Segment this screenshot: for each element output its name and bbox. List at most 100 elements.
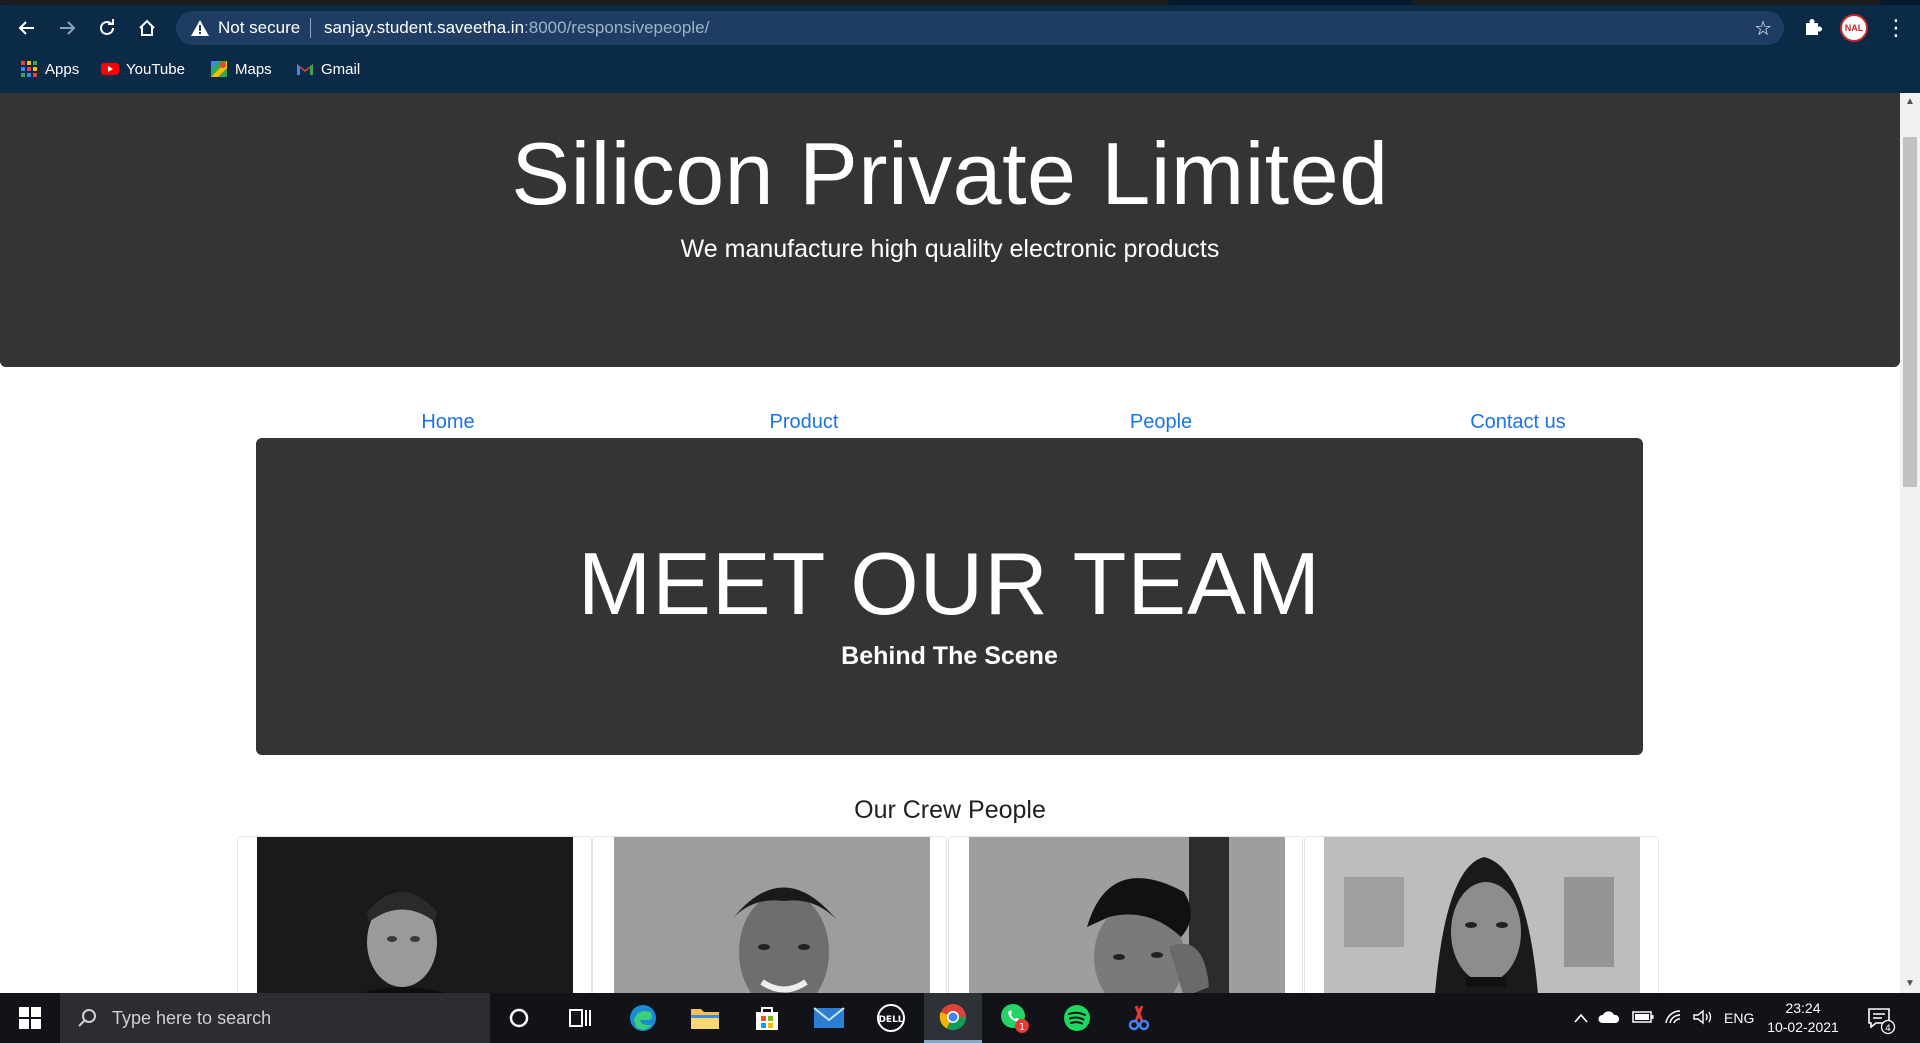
profile-avatar[interactable]: NAL (1840, 14, 1868, 42)
browser-tab[interactable] (0, 0, 1170, 5)
bookmark-maps[interactable]: Maps (210, 58, 272, 80)
browser-tab[interactable] (1412, 0, 1882, 5)
smiling-man-photo (614, 837, 930, 993)
url-path: :8000/responsivepeople/ (524, 18, 710, 37)
taskbar-store[interactable] (738, 993, 796, 1043)
nav-home-link[interactable]: Home (270, 411, 626, 434)
language-indicator[interactable]: ENG (1724, 1010, 1754, 1026)
notification-chat-icon: 4 (1868, 1008, 1896, 1035)
bookmark-youtube[interactable]: YouTube (101, 58, 185, 80)
taskbar-whatsapp[interactable]: 1 (986, 993, 1044, 1043)
crew-cards (237, 836, 1661, 993)
bookmarks-bar: Apps YouTube Maps Gmail (0, 54, 1920, 84)
url-text[interactable]: sanjay.student.saveetha.in:8000/responsi… (324, 18, 709, 38)
windows-logo-icon (19, 1007, 41, 1029)
man-hand-on-head-photo (969, 837, 1285, 993)
team-jumbotron: MEET OUR TEAM Behind The Scene (256, 438, 1643, 755)
onedrive-cloud-icon[interactable] (1598, 1010, 1620, 1027)
system-clock[interactable]: 23:24 10-02-2021 (1763, 999, 1843, 1037)
scroll-thumb[interactable] (1903, 137, 1917, 487)
taskbar-chrome[interactable] (924, 993, 982, 1043)
search-icon (78, 1009, 96, 1027)
warning-icon (191, 20, 209, 36)
security-label[interactable]: Not secure (218, 18, 300, 38)
reload-button[interactable] (91, 12, 123, 44)
mail-envelope-icon (813, 1007, 845, 1028)
main-nav: Home Product People Contact us (270, 411, 1696, 441)
taskbar-mail[interactable] (800, 993, 858, 1043)
browser-chrome: Not secure sanjay.student.saveetha.in:80… (0, 0, 1920, 93)
cortana-button[interactable] (490, 993, 548, 1043)
taskbar-snipping-tool[interactable] (1110, 993, 1168, 1043)
youtube-icon (101, 63, 119, 75)
divider (310, 18, 311, 38)
battery-icon[interactable] (1632, 1010, 1654, 1026)
crew-heading: Our Crew People (854, 796, 1046, 824)
extensions-puzzle-icon[interactable] (1798, 14, 1826, 42)
hero-subtitle: We manufacture high qualilty electronic … (680, 235, 1220, 263)
whatsapp-badge: 1 (1019, 1022, 1025, 1033)
team-subtitle: Behind The Scene (841, 642, 1058, 670)
windows-taskbar: Type here to search DELL 1 ENG 23:24 10-… (0, 993, 1920, 1043)
taskbar-file-explorer[interactable] (676, 993, 734, 1043)
bookmark-gmail[interactable]: Gmail (296, 58, 360, 80)
profile-initials: NAL (1844, 23, 1864, 33)
dell-logo-icon: DELL (877, 1004, 905, 1032)
action-center-button[interactable]: 4 (1866, 1005, 1896, 1035)
chrome-icon (939, 1003, 967, 1030)
home-button[interactable] (131, 12, 163, 44)
search-placeholder: Type here to search (112, 1007, 272, 1028)
svg-text:DELL: DELL (878, 1015, 903, 1025)
bookmark-apps[interactable]: Apps (20, 58, 79, 80)
taskbar-search[interactable]: Type here to search (60, 993, 490, 1043)
crew-card[interactable] (948, 836, 1303, 993)
url-host: sanjay.student.saveetha.in (324, 18, 525, 37)
forward-arrow-icon (60, 21, 76, 35)
spotify-icon (1064, 1005, 1090, 1031)
hero-title: Silicon Private Limited (511, 124, 1389, 223)
crew-card[interactable] (592, 836, 947, 993)
crew-card[interactable] (1304, 836, 1659, 993)
taskbar-edge[interactable] (614, 993, 672, 1043)
woman-portrait-photo (1324, 837, 1640, 993)
scroll-down-arrow-icon[interactable]: ▼ (1900, 975, 1920, 993)
scroll-up-arrow-icon[interactable]: ▲ (1900, 93, 1920, 111)
scissors-icon (1128, 1005, 1150, 1031)
reload-icon (100, 19, 114, 35)
whatsapp-icon: 1 (1001, 1004, 1029, 1033)
chevron-up-icon[interactable] (1570, 1010, 1592, 1026)
edge-icon (630, 1005, 656, 1031)
browser-toolbar: Not secure sanjay.student.saveetha.in:80… (0, 8, 1920, 48)
task-view-icon (569, 1009, 591, 1027)
address-bar[interactable]: Not secure sanjay.student.saveetha.in:80… (176, 11, 1784, 45)
team-title: MEET OUR TEAM (577, 534, 1322, 633)
hero-banner: Silicon Private Limited We manufacture h… (0, 93, 1900, 367)
notification-count: 4 (1885, 1024, 1891, 1034)
taskbar-dell[interactable]: DELL (862, 993, 920, 1043)
vertical-scrollbar[interactable]: ▲ ▼ (1900, 93, 1920, 993)
bookmark-label: Gmail (321, 60, 361, 78)
bookmark-label: Apps (45, 60, 80, 78)
back-arrow-icon (18, 21, 34, 35)
cortana-circle-icon (509, 1008, 529, 1028)
clock-time: 23:24 (1785, 1000, 1821, 1016)
nav-contact-link[interactable]: Contact us (1340, 411, 1696, 434)
taskbar-spotify[interactable] (1048, 993, 1106, 1043)
home-icon (139, 19, 155, 36)
speaker-volume-icon[interactable] (1692, 1009, 1714, 1028)
bookmark-label: YouTube (126, 60, 185, 78)
kebab-menu-icon[interactable]: ⋮ (1884, 12, 1908, 44)
man-suit-photo (257, 837, 573, 993)
crew-card[interactable] (237, 836, 592, 993)
forward-button[interactable] (51, 12, 83, 44)
wifi-icon[interactable] (1664, 1009, 1684, 1028)
bookmark-star-icon[interactable]: ☆ (1754, 16, 1772, 41)
start-button[interactable] (0, 993, 60, 1043)
back-button[interactable] (11, 12, 43, 44)
apps-grid-icon (21, 61, 37, 77)
bookmark-label: Maps (235, 60, 272, 78)
nav-product-link[interactable]: Product (626, 411, 982, 434)
task-view-button[interactable] (551, 993, 609, 1043)
nav-people-link[interactable]: People (983, 411, 1339, 434)
clock-date: 10-02-2021 (1767, 1019, 1839, 1035)
